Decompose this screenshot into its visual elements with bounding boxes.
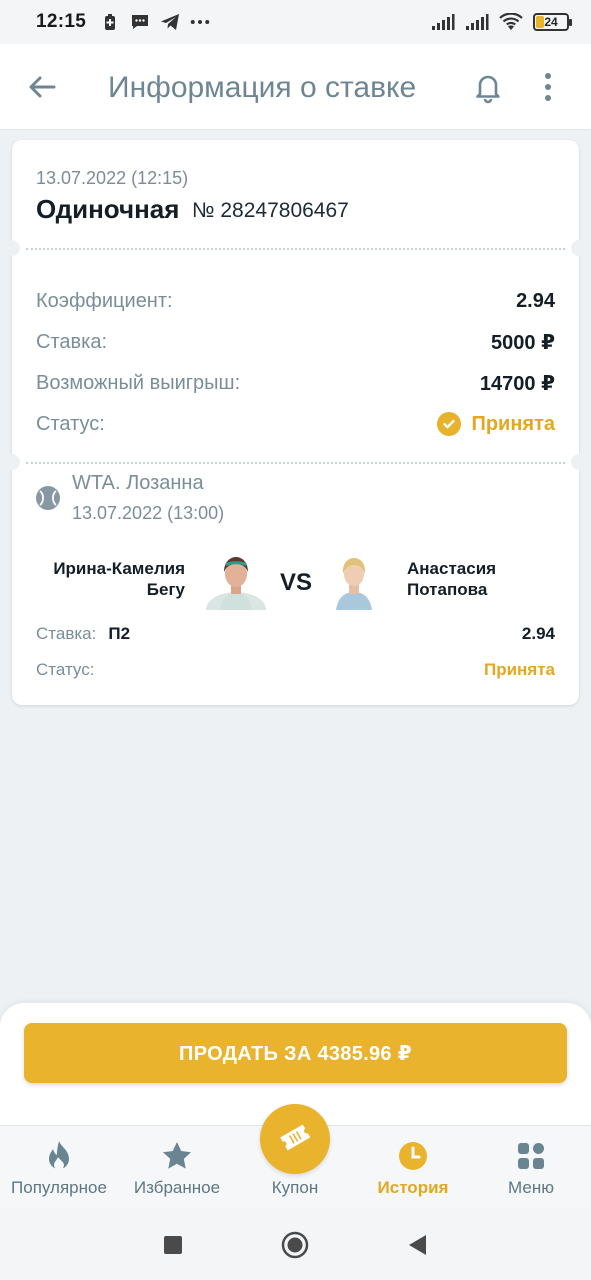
sell-button[interactable]: ПРОДАТЬ ЗА 4385.96 ₽ [24,1023,567,1083]
nav-label: Популярное [11,1178,107,1197]
nav-label: Купон [271,1178,319,1197]
page-title: Информация о ставке [108,71,417,104]
player1-avatar [206,550,266,610]
nav-popular[interactable]: Популярное [0,1126,118,1210]
nav-menu[interactable]: Меню [472,1126,590,1210]
message-icon [130,13,150,31]
odds-label: Коэффициент: [36,289,173,312]
status-label: Статус: [36,412,105,435]
payout-value: 14700 ₽ [479,372,555,395]
selection-status-row: Статус: Принята [36,658,555,682]
wifi-icon [499,13,523,31]
nav-history[interactable]: История [354,1126,472,1210]
signal-icon [431,13,455,31]
coupon-button[interactable] [260,1104,330,1174]
system-nav-bar [0,1209,591,1280]
odds-value: 2.94 [516,289,555,312]
flame-icon [43,1140,75,1172]
selection-row: Ставка: П2 2.94 [36,622,555,646]
recents-button[interactable] [159,1231,187,1259]
payout-label: Возможный выигрыш: [36,371,241,394]
app-bar: Информация о ставке [0,44,591,130]
selection-status: Принята [483,660,555,679]
status-time: 12:15 [36,11,87,32]
league-name[interactable]: WTA. Лозанна [72,472,204,495]
more-vert-icon[interactable] [536,70,560,104]
star-icon [161,1140,193,1172]
player2-avatar [324,550,384,610]
selection-odds: 2.94 [521,624,555,643]
back-button[interactable] [403,1231,431,1259]
nav-label: Избранное [133,1178,221,1197]
battery-saver-icon [100,13,120,31]
bell-icon[interactable] [471,70,505,104]
status-text: Принята [471,412,555,435]
status-row: Статус: Принята [36,409,555,439]
bet-number: № 28247806467 [192,199,349,222]
telegram-icon [160,13,180,31]
payout-row: Возможный выигрыш: 14700 ₽ [36,368,555,398]
home-button[interactable] [281,1231,309,1259]
tennis-ball-icon [36,486,60,510]
bet-type: Одиночная [36,194,180,224]
divider [26,462,565,464]
selection-pick: П2 [108,624,131,643]
card-notch-left [4,240,20,256]
card-notch-right [571,240,587,256]
vs-label: VS [280,569,313,596]
signal-icon [465,13,489,31]
stake-value: 5000 ₽ [491,331,555,354]
card-notch-right [571,454,587,470]
stake-row: Ставка: 5000 ₽ [36,327,555,357]
event-date: 13.07.2022 (13:00) [72,503,225,523]
bet-date: 13.07.2022 (12:15) [36,168,189,188]
nav-favorites[interactable]: Избранное [118,1126,236,1210]
clock-icon [397,1140,429,1172]
odds-row: Коэффициент: 2.94 [36,286,555,316]
battery-icon: 24 [533,13,572,31]
bet-card: 13.07.2022 (12:15) Одиночная № 282478064… [4,140,587,705]
nav-label: Меню [508,1178,554,1197]
selection-status-label: Статус: [36,660,95,679]
player1-name: Ирина-Камелия Бегу [53,559,185,599]
check-circle-icon [437,412,462,436]
back-arrow-icon[interactable] [26,71,58,103]
player2-name: Анастасия Потапова [407,559,497,599]
status-value: Принята [437,412,555,436]
status-bar: 12:15 24 [0,0,591,44]
stake-label: Ставка: [36,330,107,353]
nav-label: История [377,1178,449,1197]
card-notch-left [4,454,20,470]
ticket-icon [277,1119,313,1160]
divider [26,248,565,250]
grid-icon [515,1140,547,1172]
more-dots-icon [190,13,210,31]
battery-level: 24 [544,15,558,29]
selection-stake-label: Ставка: [36,624,97,643]
